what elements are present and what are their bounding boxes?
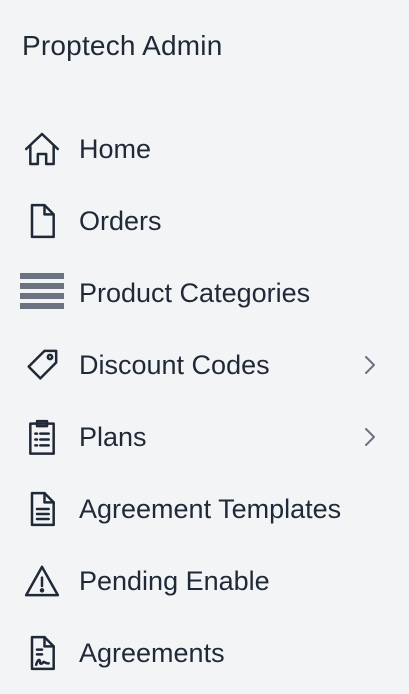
sidebar-item-label: Product Categories [79,277,311,308]
list-lines-icon [20,271,64,315]
document-icon [20,199,64,243]
home-icon [20,127,64,171]
document-text-icon [20,487,64,531]
clipboard-icon [20,415,64,459]
sidebar-item-plans[interactable]: Plans [0,401,409,473]
warning-icon [20,559,64,603]
sidebar-item-agreement-templates[interactable]: Agreement Templates [0,473,409,545]
sidebar-item-pending-enable[interactable]: Pending Enable [0,545,409,617]
sidebar-item-label: Agreement Templates [79,493,342,524]
sidebar-item-discount-codes[interactable]: Discount Codes [0,329,409,401]
sidebar-item-label: Home [79,133,152,164]
sidebar-item-home[interactable]: Home [0,113,409,185]
sidebar: Proptech Admin Home Orders Product Categ… [0,0,409,694]
sidebar-nav: Home Orders Product Categories Discount … [0,113,409,689]
sidebar-item-product-categories[interactable]: Product Categories [0,257,409,329]
sidebar-item-label: Pending Enable [79,565,270,596]
sidebar-item-label: Orders [79,205,162,236]
sidebar-item-label: Plans [79,421,147,452]
sidebar-item-orders[interactable]: Orders [0,185,409,257]
tag-icon [20,343,64,387]
signed-document-icon [20,631,64,675]
chevron-right-icon[interactable] [361,426,379,448]
sidebar-item-agreements[interactable]: Agreements [0,617,409,689]
app-title[interactable]: Proptech Admin [22,30,222,62]
sidebar-item-label: Agreements [79,637,225,668]
sidebar-item-label: Discount Codes [79,349,270,380]
chevron-right-icon[interactable] [361,354,379,376]
